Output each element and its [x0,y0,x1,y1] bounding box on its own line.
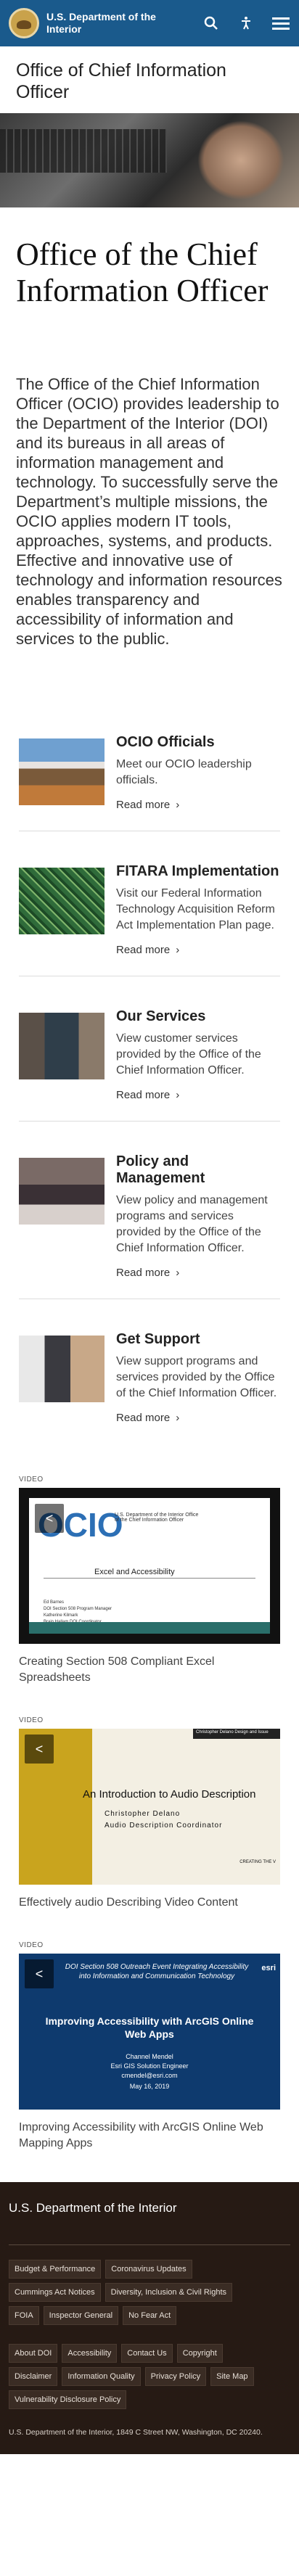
slide-date: May 16, 2019 [129,2083,170,2090]
read-more-link[interactable]: Read more › [116,1412,179,1424]
card-description: Meet our OCIO leadership officials. [116,758,252,786]
footer-link[interactable]: No Fear Act [123,2306,177,2325]
slide-presenter: Christopher Delano [105,1810,181,1818]
video-audio-description: VIDEO Christopher Delano Design and Issu… [0,1716,299,1911]
card-fitara: FITARA Implementation Visit our Federal … [19,863,280,976]
doi-seal-logo[interactable] [9,8,39,38]
footer-link[interactable]: FOIA [9,2306,39,2325]
card-list: OCIO Officials Meet our OCIO leadership … [0,649,299,1444]
card-image[interactable] [19,868,105,934]
footer-link[interactable]: Coronavirus Updates [105,2260,192,2279]
video-player[interactable]: Christopher Delano Design and Issue An I… [19,1729,280,1885]
footer-link[interactable]: Copyright [176,2344,223,2363]
brand-name[interactable]: U.S. Department of the Interior [46,11,192,36]
video-player[interactable]: OCIO U.S. Department of the Interior Off… [19,1488,280,1644]
video-arcgis: VIDEO DOI Section 508 Outreach Event Int… [0,1941,299,2152]
video-label: VIDEO [19,1476,44,1484]
slide-presenter: Channel Mendel Esri GIS Solution Enginee… [110,2053,189,2079]
footer-address: U.S. Department of the Interior, 1849 C … [9,2428,263,2437]
read-more-link[interactable]: Read more › [116,1267,179,1279]
hero-image [0,113,299,207]
share-icon[interactable]: < [25,1959,54,1988]
slide-role: Audio Description Coordinator [105,1822,223,1830]
read-more-link[interactable]: Read more › [116,944,179,956]
slide-title: Improving Accessibility with ArcGIS Onli… [45,2015,254,2040]
chevron-right-icon: › [176,944,180,956]
slide-header: Christopher Delano Design and Issue [193,1729,280,1739]
card-image[interactable] [19,1336,105,1402]
card-description: Visit our Federal Information Technology… [116,887,275,931]
esri-logo: esri [261,1964,276,1972]
video-player[interactable]: DOI Section 508 Outreach Event Integrati… [19,1954,280,2110]
footer-links-secondary: About DOI Accessibility Contact Us Copyr… [9,2344,290,2409]
read-more-link[interactable]: Read more › [116,799,179,811]
video-caption[interactable]: Improving Accessibility with ArcGIS Onli… [19,2120,280,2152]
card-title[interactable]: Our Services [116,1008,280,1025]
card-description: View policy and management programs and … [116,1194,268,1254]
card-description: View support programs and services provi… [116,1355,277,1399]
slide-title: An Introduction to Audio Description [83,1788,256,1801]
menu-icon[interactable] [271,14,290,33]
video-caption[interactable]: Creating Section 508 Compliant Excel Spr… [19,1654,280,1686]
card-policy-management: Policy and Management View policy and ma… [19,1153,280,1299]
footer-link[interactable]: Budget & Performance [9,2260,102,2279]
video-caption[interactable]: Effectively audio Describing Video Conte… [19,1895,280,1911]
footer-link[interactable]: Privacy Policy [144,2367,207,2386]
footer-link[interactable]: Inspector General [43,2306,119,2325]
card-title[interactable]: Get Support [116,1331,280,1348]
share-icon[interactable]: < [25,1735,54,1764]
intro-paragraph: The Office of the Chief Information Offi… [16,375,282,648]
card-title[interactable]: OCIO Officials [116,734,280,751]
search-icon[interactable] [202,14,221,33]
card-title[interactable]: Policy and Management [116,1153,280,1187]
site-title[interactable]: Office of Chief Information Officer [0,46,299,113]
footer-title[interactable]: U.S. Department of the Interior [9,2201,290,2215]
chevron-right-icon: › [176,799,180,811]
share-icon[interactable]: < [35,1504,64,1533]
video-label: VIDEO [19,1716,44,1724]
chevron-right-icon: › [176,1412,180,1424]
card-image[interactable] [19,1013,105,1079]
site-footer: U.S. Department of the Interior Budget &… [0,2182,299,2454]
slide-title: Excel and Accessibility [94,1568,175,1576]
read-more-link[interactable]: Read more › [116,1089,179,1101]
slide-subtitle: U.S. Department of the Interior Office o… [115,1513,199,1523]
footer-link[interactable]: Diversity, Inclusion & Civil Rights [105,2283,232,2302]
video-label: VIDEO [19,1941,44,1949]
page-title: Office of the Chief Information Officer [16,236,269,308]
footer-link[interactable]: Cummings Act Notices [9,2283,101,2302]
footer-link[interactable]: Accessibility [62,2344,118,2363]
slide-footer: CREATING THE V [239,1860,276,1864]
video-excel-508: VIDEO OCIO U.S. Department of the Interi… [0,1476,299,1686]
footer-link[interactable]: Disclaimer [9,2367,58,2386]
card-image[interactable] [19,1158,105,1225]
card-our-services: Our Services View customer services prov… [19,1008,280,1122]
footer-link[interactable]: Vulnerability Disclosure Policy [9,2390,127,2409]
footer-link[interactable]: Contact Us [121,2344,173,2363]
accessibility-icon[interactable] [237,14,255,33]
card-title[interactable]: FITARA Implementation [116,863,280,880]
card-ocio-officials: OCIO Officials Meet our OCIO leadership … [19,734,280,831]
chevron-right-icon: › [176,1267,180,1279]
footer-link[interactable]: Information Quality [62,2367,141,2386]
footer-link[interactable]: Site Map [210,2367,254,2386]
footer-link[interactable]: About DOI [9,2344,58,2363]
card-image[interactable] [19,738,105,805]
chevron-right-icon: › [176,1089,180,1101]
footer-links-primary: Budget & Performance Coronavirus Updates… [9,2260,290,2325]
slide-event: DOI Section 508 Outreach Event Integrati… [65,1963,249,1980]
header-actions [202,14,290,33]
card-description: View customer services provided by the O… [116,1032,261,1077]
site-header: U.S. Department of the Interior [0,0,299,46]
card-get-support: Get Support View support programs and se… [19,1331,280,1444]
